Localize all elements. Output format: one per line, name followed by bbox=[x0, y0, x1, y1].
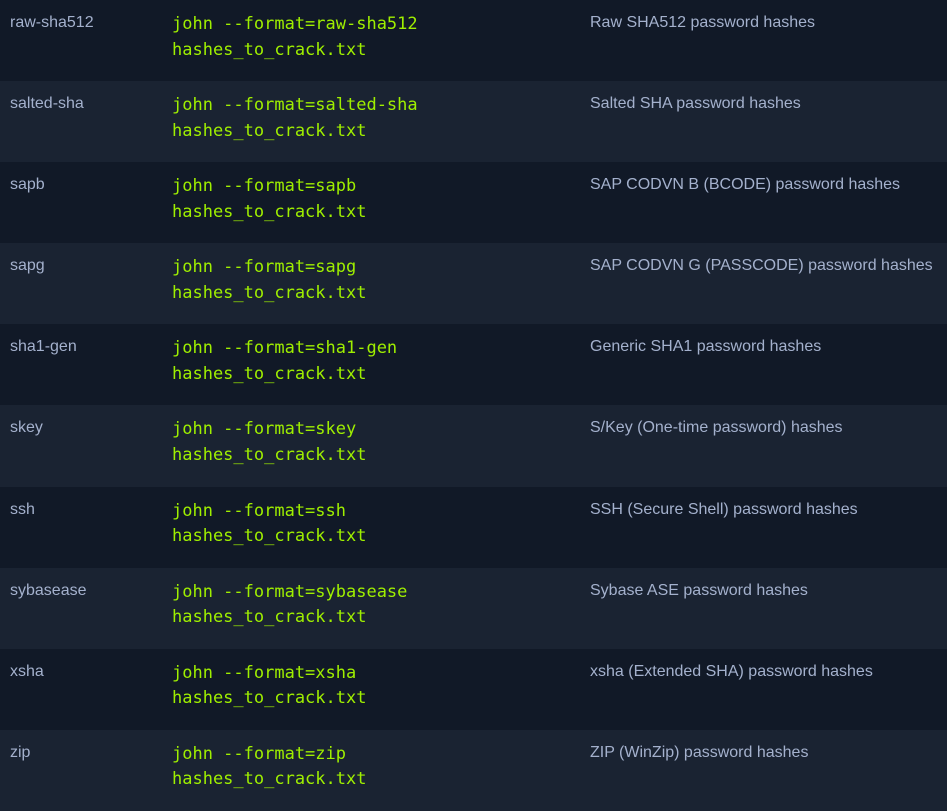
command-file: hashes_to_crack.txt bbox=[172, 282, 367, 303]
format-description: S/Key (One-time password) hashes bbox=[590, 419, 843, 437]
hash-format-table: raw-sha512 john --format=raw-sha512 hashe… bbox=[0, 0, 947, 811]
command-file: hashes_to_crack.txt bbox=[172, 526, 367, 547]
command-line: john --format=salted-sha bbox=[172, 95, 418, 116]
format-description: Sybase ASE password hashes bbox=[590, 581, 808, 599]
command-file: hashes_to_crack.txt bbox=[172, 120, 367, 141]
command-file: hashes_to_crack.txt bbox=[172, 363, 367, 384]
command-code: john --format=sybasease hashes_to_crack.t… bbox=[172, 580, 572, 631]
command-line: john --format=raw-sha512 bbox=[172, 14, 418, 34]
command-file: hashes_to_crack.txt bbox=[172, 39, 367, 60]
format-name: salted-sha bbox=[10, 95, 84, 113]
command-code: john --format=sha1-gen hashes_to_crack.tx… bbox=[172, 336, 572, 387]
command-file: hashes_to_crack.txt bbox=[172, 444, 367, 465]
table-row: xsha john --format=xsha hashes_to_crack.t… bbox=[0, 648, 947, 730]
command-code: john --format=sapb hashes_to_crack.txt bbox=[172, 174, 572, 225]
command-line: john --format=zip bbox=[172, 743, 346, 764]
format-description: xsha (Extended SHA) password hashes bbox=[590, 662, 873, 680]
command-code: john --format=skey hashes_to_crack.txt bbox=[172, 417, 572, 468]
command-line: john --format=ssh bbox=[172, 500, 346, 521]
command-code: john --format=salted-sha hashes_to_crack.… bbox=[172, 93, 572, 144]
format-description: SSH (Secure Shell) password hashes bbox=[590, 500, 858, 518]
format-name: sapb bbox=[10, 176, 45, 194]
format-description: Raw SHA512 password hashes bbox=[590, 14, 816, 31]
command-line: john --format=sapb bbox=[172, 176, 357, 197]
format-name: sybasease bbox=[10, 581, 87, 599]
format-name: sha1-gen bbox=[10, 338, 77, 356]
command-code: john --format=zip hashes_to_crack.txt bbox=[172, 742, 572, 793]
format-description: Salted SHA password hashes bbox=[590, 95, 801, 113]
format-name: skey bbox=[10, 419, 43, 437]
command-code: john --format=xsha hashes_to_crack.txt bbox=[172, 661, 572, 712]
command-code: john --format=raw-sha512 hashes_to_crack.… bbox=[172, 12, 572, 63]
command-line: john --format=sybasease bbox=[172, 581, 408, 602]
command-file: hashes_to_crack.txt bbox=[172, 607, 367, 628]
format-description: Generic SHA1 password hashes bbox=[590, 338, 822, 356]
format-name: raw-sha512 bbox=[10, 14, 94, 31]
format-name: sapg bbox=[10, 257, 45, 275]
table-row: raw-sha512 john --format=raw-sha512 hashe… bbox=[0, 0, 947, 82]
command-code: john --format=sapg hashes_to_crack.txt bbox=[172, 255, 572, 306]
table-row: sapg john --format=sapg hashes_to_crack.t… bbox=[0, 243, 947, 325]
format-name: ssh bbox=[10, 500, 35, 518]
command-code: john --format=ssh hashes_to_crack.txt bbox=[172, 499, 572, 550]
table-row: sapb john --format=sapb hashes_to_crack.t… bbox=[0, 162, 947, 244]
command-line: john --format=sha1-gen bbox=[172, 338, 398, 359]
format-description: ZIP (WinZip) password hashes bbox=[590, 743, 809, 761]
table-row: zip john --format=zip hashes_to_crack.txt… bbox=[0, 729, 947, 811]
format-description: SAP CODVN B (BCODE) password hashes bbox=[590, 176, 901, 194]
command-file: hashes_to_crack.txt bbox=[172, 201, 367, 222]
table-row: sha1-gen john --format=sha1-gen hashes_to… bbox=[0, 324, 947, 406]
command-file: hashes_to_crack.txt bbox=[172, 688, 367, 709]
format-name: zip bbox=[10, 743, 31, 761]
table-row: ssh john --format=ssh hashes_to_crack.txt… bbox=[0, 486, 947, 568]
table-row: skey john --format=skey hashes_to_crack.t… bbox=[0, 405, 947, 487]
format-description: SAP CODVN G (PASSCODE) password hashes bbox=[590, 257, 933, 275]
table-row: sybasease john --format=sybasease hashes_… bbox=[0, 567, 947, 649]
command-line: john --format=skey bbox=[172, 419, 357, 440]
command-file: hashes_to_crack.txt bbox=[172, 769, 367, 790]
format-name: xsha bbox=[10, 662, 44, 680]
command-line: john --format=sapg bbox=[172, 257, 357, 278]
table-row: salted-sha john --format=salted-sha hashe… bbox=[0, 81, 947, 163]
command-line: john --format=xsha bbox=[172, 662, 357, 683]
